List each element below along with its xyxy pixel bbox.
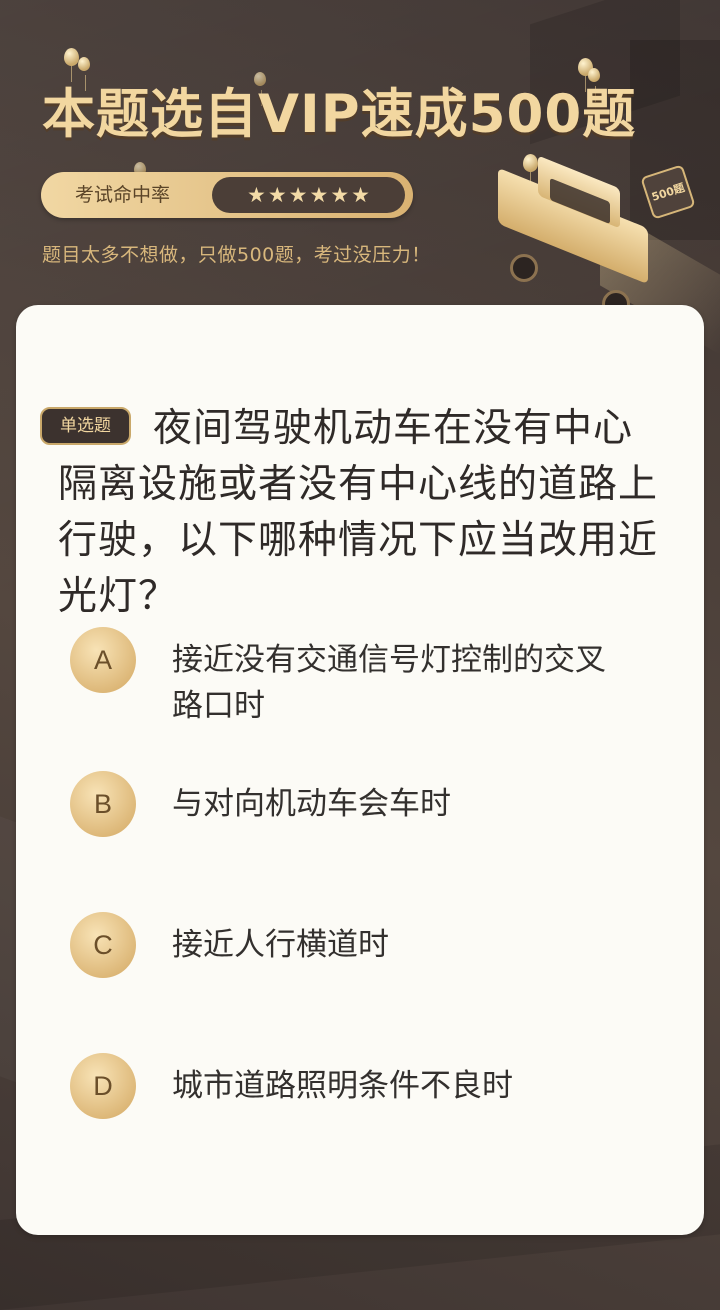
star-icon: ★: [351, 182, 370, 207]
star-icon: ★: [288, 182, 308, 207]
banner-subtitle: 题目太多不想做，只做500题，考过没压力！: [42, 244, 431, 266]
option-text: 接近没有交通信号灯控制的交叉路口时: [172, 642, 606, 724]
option-letter: D: [70, 1053, 136, 1119]
hit-rate-stars: ★ ★ ★ ★ ★ ★: [212, 177, 405, 213]
question-type-badge: 单选题: [40, 407, 131, 445]
option-letter: C: [70, 912, 136, 978]
balloon-icon: [78, 57, 90, 91]
option-text: 接近人行横道时: [172, 927, 389, 963]
question-text: 夜间驾驶机动车在没有中心隔离设施或者没有中心线的道路上行驶，以下哪种情况下应当改…: [58, 406, 659, 619]
star-icon: ★: [247, 182, 266, 207]
car-wheel: [510, 254, 538, 282]
hit-rate-pill: 考试命中率 ★ ★ ★ ★ ★ ★: [41, 172, 413, 218]
promo-banner: 本题选自VIP速成500题 考试命中率 ★ ★ ★ ★ ★ ★ 题目太多不想做，…: [0, 0, 720, 355]
option-text: 城市道路照明条件不良时: [172, 1068, 513, 1104]
question-card: 夜间驾驶机动车在没有中心隔离设施或者没有中心线的道路上行驶，以下哪种情况下应当改…: [16, 305, 704, 1235]
option-letter: B: [70, 771, 136, 837]
hit-rate-label: 考试命中率: [75, 184, 171, 206]
balloon-icon: [64, 48, 79, 82]
option-letter: A: [70, 627, 136, 693]
banner-title: 本题选自VIP速成500题: [42, 84, 637, 145]
star-icon: ★: [267, 182, 287, 207]
star-icon: ★: [309, 182, 329, 207]
option-text: 与对向机动车会车时: [172, 786, 451, 822]
star-icon: ★: [330, 182, 350, 207]
